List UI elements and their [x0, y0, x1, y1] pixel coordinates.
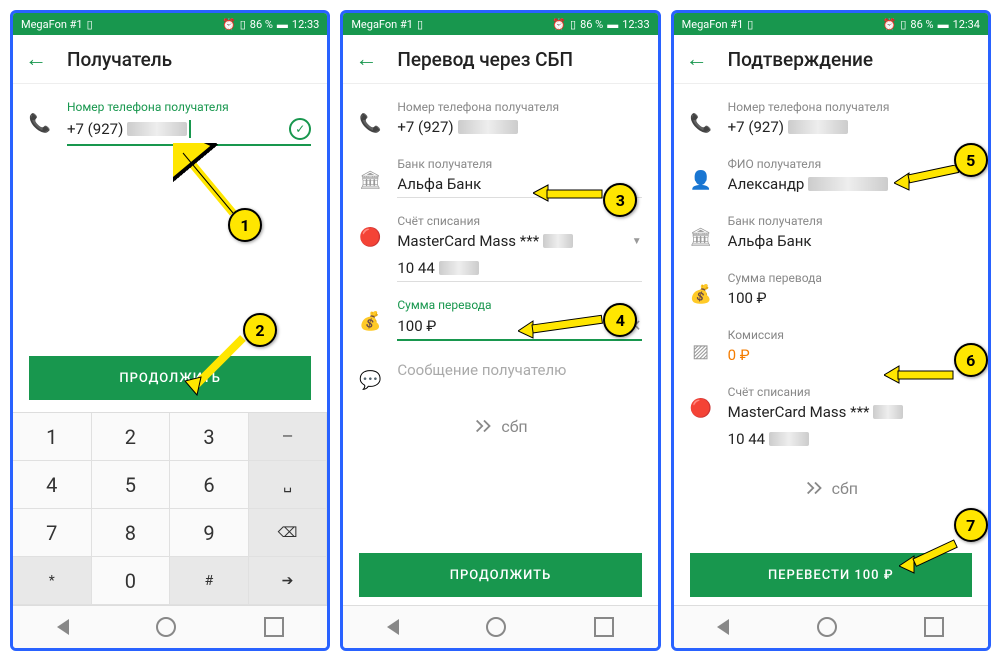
screen-3-confirm: MegaFon #1▯ ⏰▯86 %▬12:34 ← Подтверждение…: [671, 10, 991, 651]
back-arrow-icon[interactable]: ←: [355, 46, 377, 72]
phone-label: Номер телефона получателя: [728, 100, 972, 114]
account-value: MasterCard Mass ***: [728, 399, 972, 426]
nav-home[interactable]: [817, 617, 837, 637]
key-6[interactable]: 6: [170, 461, 249, 509]
marker-2: 2: [243, 313, 277, 347]
amount-value: 100 ₽: [728, 285, 972, 312]
account-label: Счёт списания: [397, 214, 641, 228]
bank-icon: 🏛: [690, 226, 712, 248]
header: ← Перевод через СБП: [343, 35, 657, 84]
header: ← Получатель: [13, 35, 327, 84]
continue-button[interactable]: ПРОДОЛЖИТЬ: [359, 553, 641, 597]
phone-icon: 📞: [359, 112, 381, 134]
continue-button[interactable]: ПРОДОЛЖИТЬ: [29, 356, 311, 400]
key-backspace[interactable]: ⌫: [249, 509, 328, 557]
account-balance: 10 44: [728, 426, 972, 453]
nav-recent[interactable]: [594, 617, 614, 637]
account-value[interactable]: MasterCard Mass ***▼: [397, 228, 641, 255]
back-arrow-icon[interactable]: ←: [686, 46, 708, 72]
amount-label: Сумма перевода: [728, 271, 972, 285]
content: 📞 Номер телефона получателя +7 (927) 👤 Ф…: [674, 84, 988, 545]
nav-home[interactable]: [486, 617, 506, 637]
key-9[interactable]: 9: [170, 509, 249, 557]
key-5[interactable]: 5: [92, 461, 171, 509]
page-title: Получатель: [67, 48, 172, 71]
phone-value: +7 (927): [728, 114, 972, 141]
status-bar: MegaFon #1▯ ⏰▯86 %▬12:34: [674, 13, 988, 35]
phone-icon: 📞: [29, 112, 51, 134]
nav-back[interactable]: [387, 619, 399, 635]
bank-value: Альфа Банк: [728, 228, 972, 255]
nav-recent[interactable]: [264, 617, 284, 637]
marker-5: 5: [954, 143, 988, 177]
android-nav: [343, 605, 657, 648]
sbp-logo: сбп: [343, 399, 657, 453]
back-arrow-icon[interactable]: ←: [25, 46, 47, 72]
phone-icon: 📞: [690, 112, 712, 134]
card-icon: 🔴: [359, 226, 381, 248]
android-nav: [674, 605, 988, 648]
message-input[interactable]: Сообщение получателю: [397, 357, 641, 383]
marker-1: 1: [228, 208, 262, 242]
nav-back[interactable]: [717, 619, 729, 635]
key-dash[interactable]: —: [249, 413, 328, 461]
key-hash[interactable]: #: [170, 557, 249, 605]
key-0[interactable]: 0: [92, 557, 171, 605]
status-bar: MegaFon #1▯ ⏰▯86 %▬12:33: [343, 13, 657, 35]
nav-back[interactable]: [57, 619, 69, 635]
phone-input[interactable]: +7 (927) ✓: [67, 114, 311, 146]
key-enter[interactable]: ➔: [249, 557, 328, 605]
phone-value: +7 (927): [397, 114, 641, 141]
nav-home[interactable]: [156, 617, 176, 637]
key-7[interactable]: 7: [13, 509, 92, 557]
money-icon: 💰: [690, 283, 712, 305]
message-icon: 💬: [359, 369, 381, 391]
sbp-logo: сбп: [674, 461, 988, 515]
account-balance: 10 44: [397, 255, 641, 282]
screen-1-recipient: MegaFon #1▯ ⏰▯86 %▬12:33 ← Получатель 📞 …: [10, 10, 330, 651]
key-4[interactable]: 4: [13, 461, 92, 509]
fee-label: Комиссия: [728, 328, 972, 342]
numeric-keypad: 123— 456␣ 789⌫ *0#➔: [13, 412, 327, 605]
key-space[interactable]: ␣: [249, 461, 328, 509]
marker-6: 6: [954, 343, 988, 377]
android-nav: [13, 605, 327, 648]
key-2[interactable]: 2: [92, 413, 171, 461]
phone-label: Номер телефона получателя: [397, 100, 641, 114]
bank-icon: 🏛: [359, 169, 381, 191]
page-title: Перевод через СБП: [397, 48, 573, 71]
status-bar: MegaFon #1▯ ⏰▯86 %▬12:33: [13, 13, 327, 35]
card-icon: 🔴: [690, 397, 712, 419]
key-8[interactable]: 8: [92, 509, 171, 557]
content: 📞 Номер телефона получателя +7 (927) ✓: [13, 84, 327, 344]
money-icon: 💰: [359, 310, 381, 332]
person-icon: 👤: [690, 169, 712, 191]
bank-label: Банк получателя: [728, 214, 972, 228]
key-star[interactable]: *: [13, 557, 92, 605]
marker-7: 7: [954, 508, 988, 542]
page-title: Подтверждение: [728, 48, 873, 71]
bank-label: Банк получателя: [397, 157, 641, 171]
screen-2-transfer: MegaFon #1▯ ⏰▯86 %▬12:33 ← Перевод через…: [340, 10, 660, 651]
key-1[interactable]: 1: [13, 413, 92, 461]
header: ← Подтверждение: [674, 35, 988, 84]
key-3[interactable]: 3: [170, 413, 249, 461]
nav-recent[interactable]: [924, 617, 944, 637]
check-icon: ✓: [289, 118, 311, 140]
percent-icon: ▨: [690, 340, 712, 362]
phone-label: Номер телефона получателя: [67, 100, 311, 114]
